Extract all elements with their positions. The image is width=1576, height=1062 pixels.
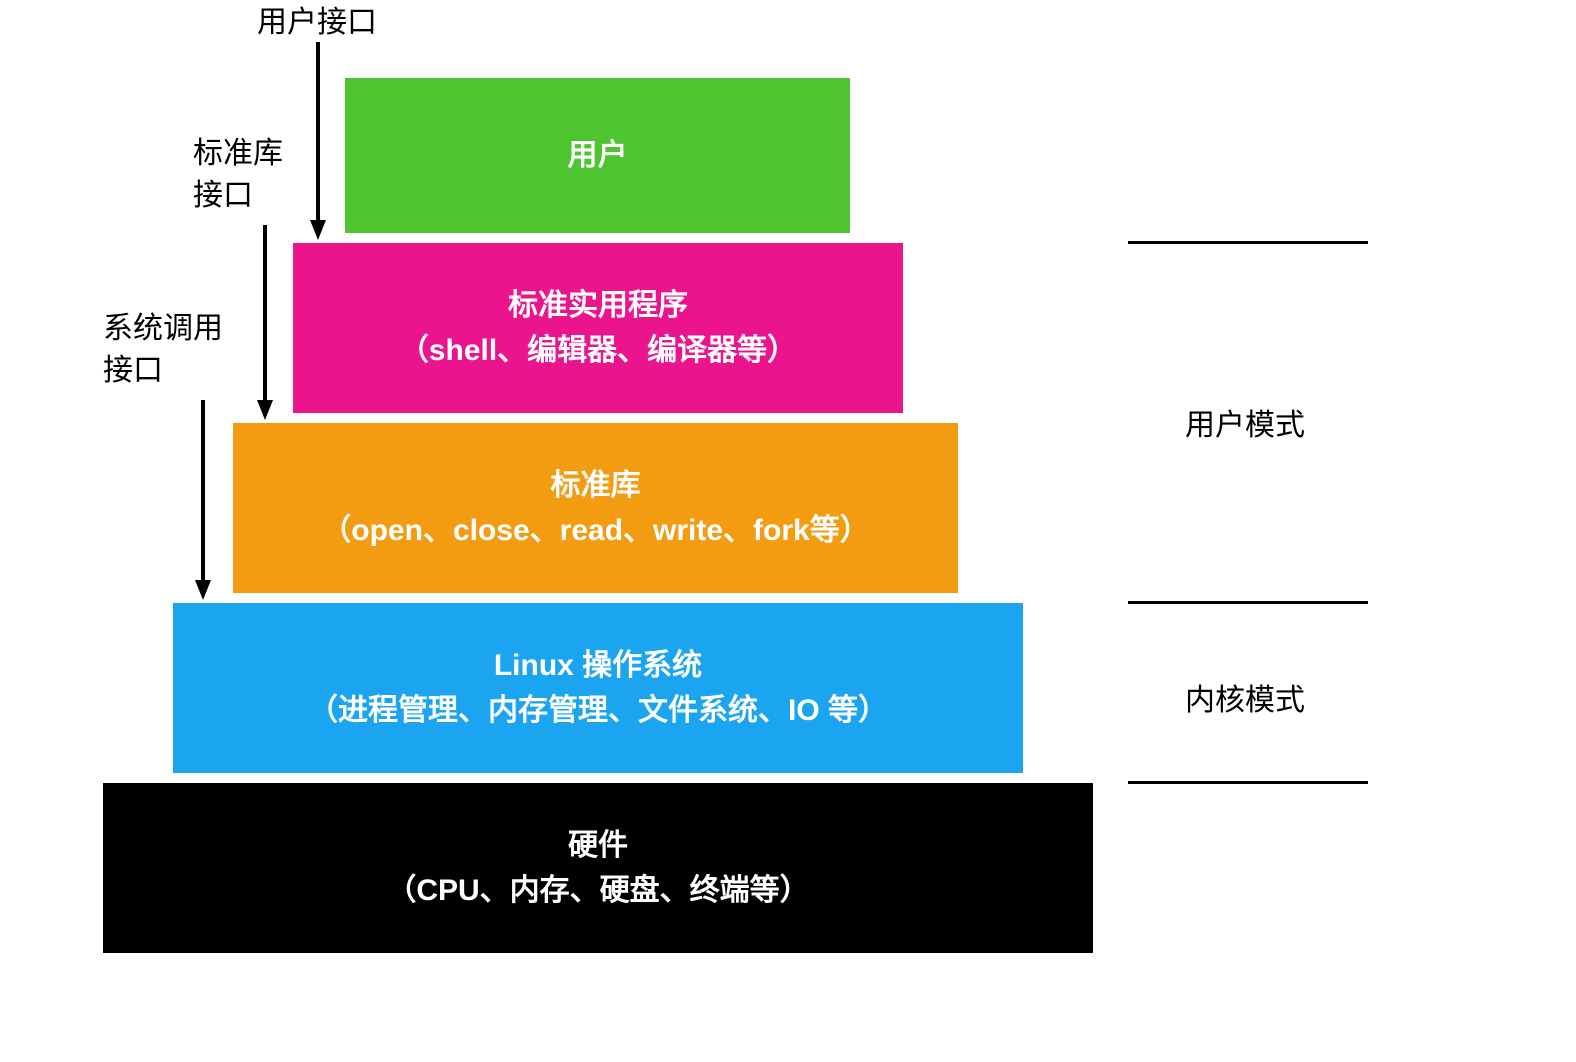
stdlib-interface-text-line1: 标准库 <box>193 133 283 175</box>
layer-utilities: 标准实用程序 （shell、编辑器、编译器等） <box>293 243 903 413</box>
arrow-syscall-interface <box>193 400 213 600</box>
kernel-mode-label: 内核模式 <box>1185 675 1305 719</box>
layer-user-title: 用户 <box>568 133 628 178</box>
syscall-interface-text-line2: 接口 <box>103 350 223 392</box>
syscall-interface-label: 系统调用 接口 <box>103 308 223 392</box>
arrow-stdlib-interface <box>255 225 275 420</box>
user-mode-label: 用户模式 <box>1185 400 1305 444</box>
layer-hardware: 硬件 （CPU、内存、硬盘、终端等） <box>103 783 1093 953</box>
layer-os-title: Linux 操作系统 <box>494 643 702 688</box>
layer-utilities-title: 标准实用程序 <box>508 283 688 328</box>
layer-user: 用户 <box>345 78 850 233</box>
mode-divider-bottom <box>1128 781 1368 784</box>
linux-architecture-diagram: 用户接口 标准库 接口 系统调用 接口 用户 标准实用程序 （shell、编辑器… <box>0 0 1576 1062</box>
user-interface-text: 用户接口 <box>257 6 377 39</box>
layer-os-subtitle: （进程管理、内存管理、文件系统、IO 等） <box>308 688 888 733</box>
layer-stdlib-subtitle: （open、close、read、write、fork等） <box>321 508 869 553</box>
stdlib-interface-label: 标准库 接口 <box>193 133 283 217</box>
mode-divider-middle <box>1128 601 1368 604</box>
layer-hardware-title: 硬件 <box>568 823 628 868</box>
layer-stdlib-title: 标准库 <box>551 463 641 508</box>
mode-divider-top <box>1128 241 1368 244</box>
syscall-interface-text-line1: 系统调用 <box>103 308 223 350</box>
layer-stdlib: 标准库 （open、close、read、write、fork等） <box>233 423 958 593</box>
user-interface-label: 用户接口 <box>257 2 377 44</box>
arrow-user-interface <box>308 42 328 240</box>
layer-hardware-subtitle: （CPU、内存、硬盘、终端等） <box>386 868 809 913</box>
layer-os: Linux 操作系统 （进程管理、内存管理、文件系统、IO 等） <box>173 603 1023 773</box>
layer-utilities-subtitle: （shell、编辑器、编译器等） <box>399 328 797 373</box>
stdlib-interface-text-line2: 接口 <box>193 175 283 217</box>
